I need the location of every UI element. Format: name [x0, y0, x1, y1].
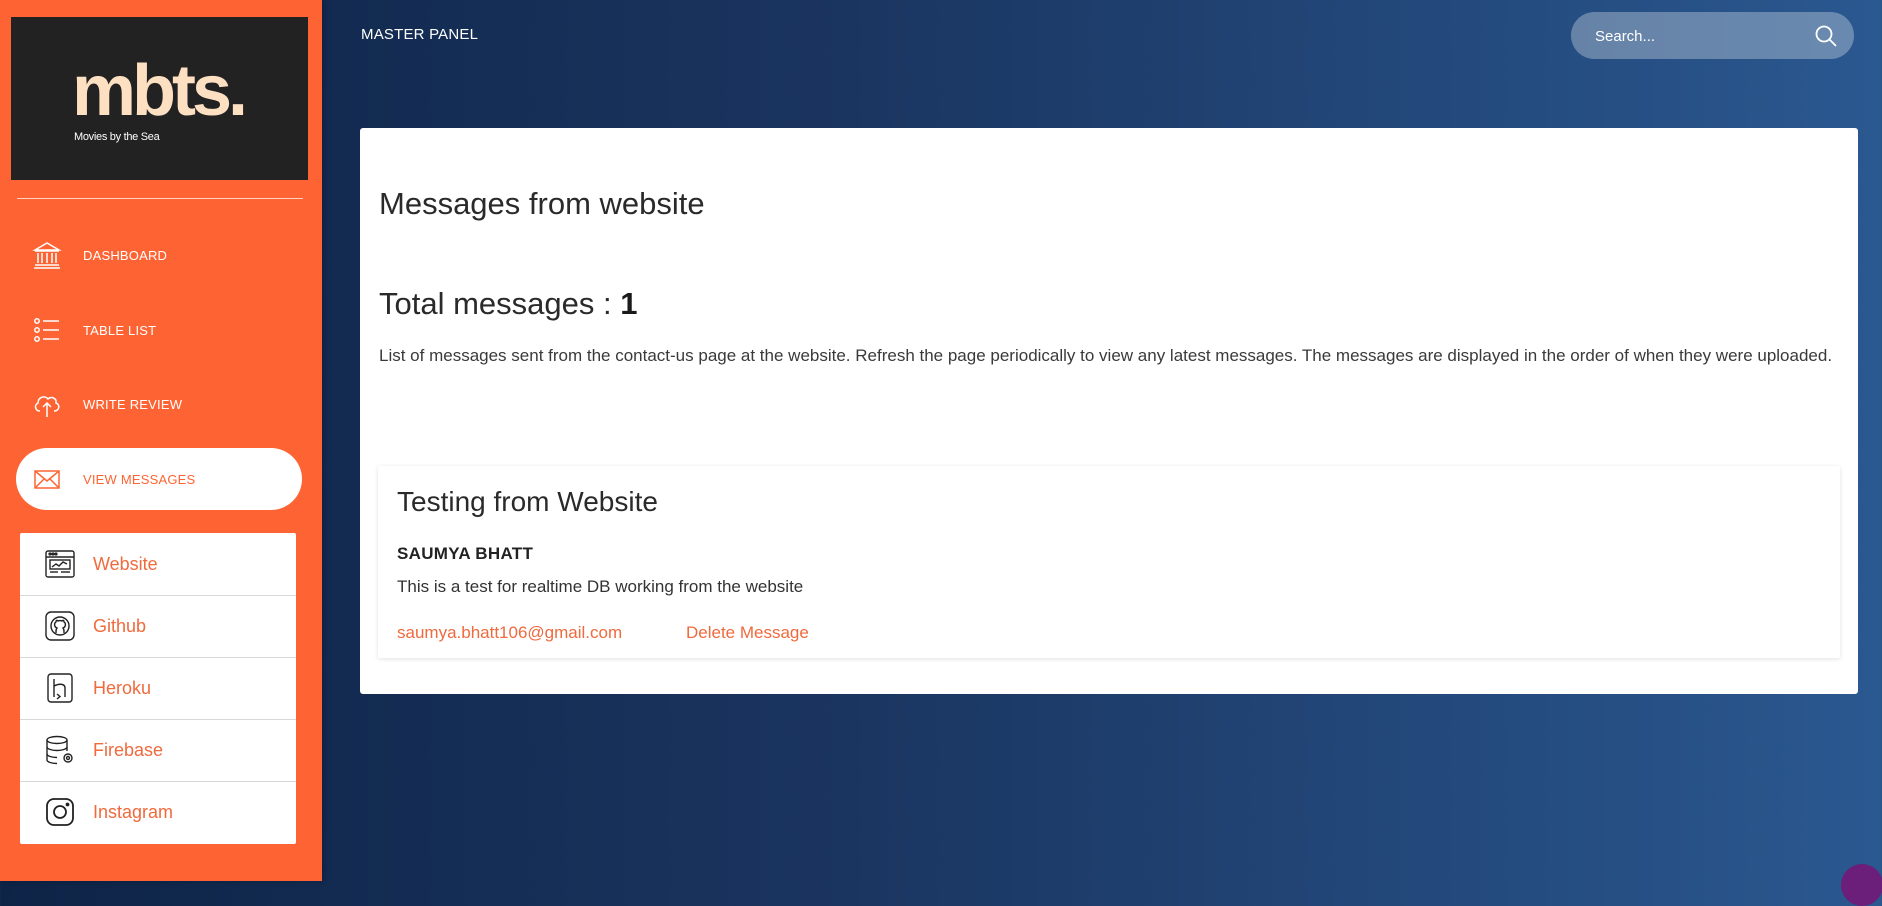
sidebar: mbts. Movies by the Sea DASHBOARD TABLE …	[0, 0, 322, 881]
envelope-icon	[34, 470, 60, 489]
link-label: Github	[93, 615, 147, 636]
list-icon	[34, 318, 59, 342]
sidebar-item-view-messages[interactable]: VIEW MESSAGES	[16, 448, 302, 510]
instagram-icon	[46, 798, 74, 826]
cloud-upload-icon	[34, 396, 60, 417]
browser-window-icon	[45, 550, 75, 578]
messages-description: List of messages sent from the contact-u…	[379, 346, 1833, 365]
link-label: Website	[93, 553, 158, 574]
message-email-link[interactable]: saumya.bhatt106@gmail.com	[397, 623, 622, 643]
messages-panel: Messages from website Total messages : 1…	[360, 128, 1858, 694]
github-icon	[45, 611, 75, 641]
sidebar-divider	[17, 198, 303, 199]
total-messages-label: Total messages :	[379, 286, 612, 321]
link-github[interactable]: Github	[20, 595, 296, 658]
search-bar	[1571, 12, 1854, 61]
database-gear-icon	[46, 735, 73, 765]
search-icon[interactable]	[1814, 24, 1838, 48]
message-card: Testing from Website SAUMYA BHATT This i…	[378, 466, 1840, 658]
link-website[interactable]: Website	[20, 533, 296, 596]
total-messages-count: 1	[620, 286, 638, 321]
sidebar-item-table-list[interactable]: TABLE LIST	[16, 299, 302, 361]
delete-message-button[interactable]: Delete Message	[686, 623, 809, 643]
link-instagram[interactable]: Instagram	[20, 781, 296, 843]
link-label: Heroku	[93, 677, 152, 698]
logo[interactable]: mbts. Movies by the Sea	[11, 17, 308, 180]
link-firebase[interactable]: Firebase	[20, 719, 296, 782]
sidebar-item-label: DASHBOARD	[83, 247, 168, 263]
sidebar-item-write-review[interactable]: WRITE REVIEW	[16, 373, 302, 435]
page-header-title: MASTER PANEL	[361, 26, 479, 43]
bank-icon	[32, 242, 62, 269]
floating-action-button[interactable]	[1841, 864, 1882, 906]
logo-tagline: Movies by the Sea	[74, 131, 160, 143]
sidebar-item-label: VIEW MESSAGES	[83, 471, 196, 487]
sidebar-item-dashboard[interactable]: DASHBOARD	[16, 224, 302, 286]
message-subject: Testing from Website	[397, 486, 658, 517]
link-label: Firebase	[93, 739, 164, 760]
heroku-icon	[47, 673, 73, 703]
page-title: Messages from website	[379, 186, 705, 221]
total-messages: Total messages : 1	[379, 286, 637, 322]
search-input[interactable]	[1593, 12, 1807, 61]
sidebar-item-label: TABLE LIST	[83, 322, 157, 338]
sidebar-item-label: WRITE REVIEW	[83, 396, 183, 412]
link-heroku[interactable]: Heroku	[20, 657, 296, 720]
logo-text: mbts.	[72, 51, 248, 131]
message-sender-name: SAUMYA BHATT	[397, 544, 534, 563]
link-label: Instagram	[93, 801, 174, 822]
external-links: Website Github Heroku Firebase Instagram	[20, 533, 296, 844]
message-body: This is a test for realtime DB working f…	[397, 577, 804, 596]
